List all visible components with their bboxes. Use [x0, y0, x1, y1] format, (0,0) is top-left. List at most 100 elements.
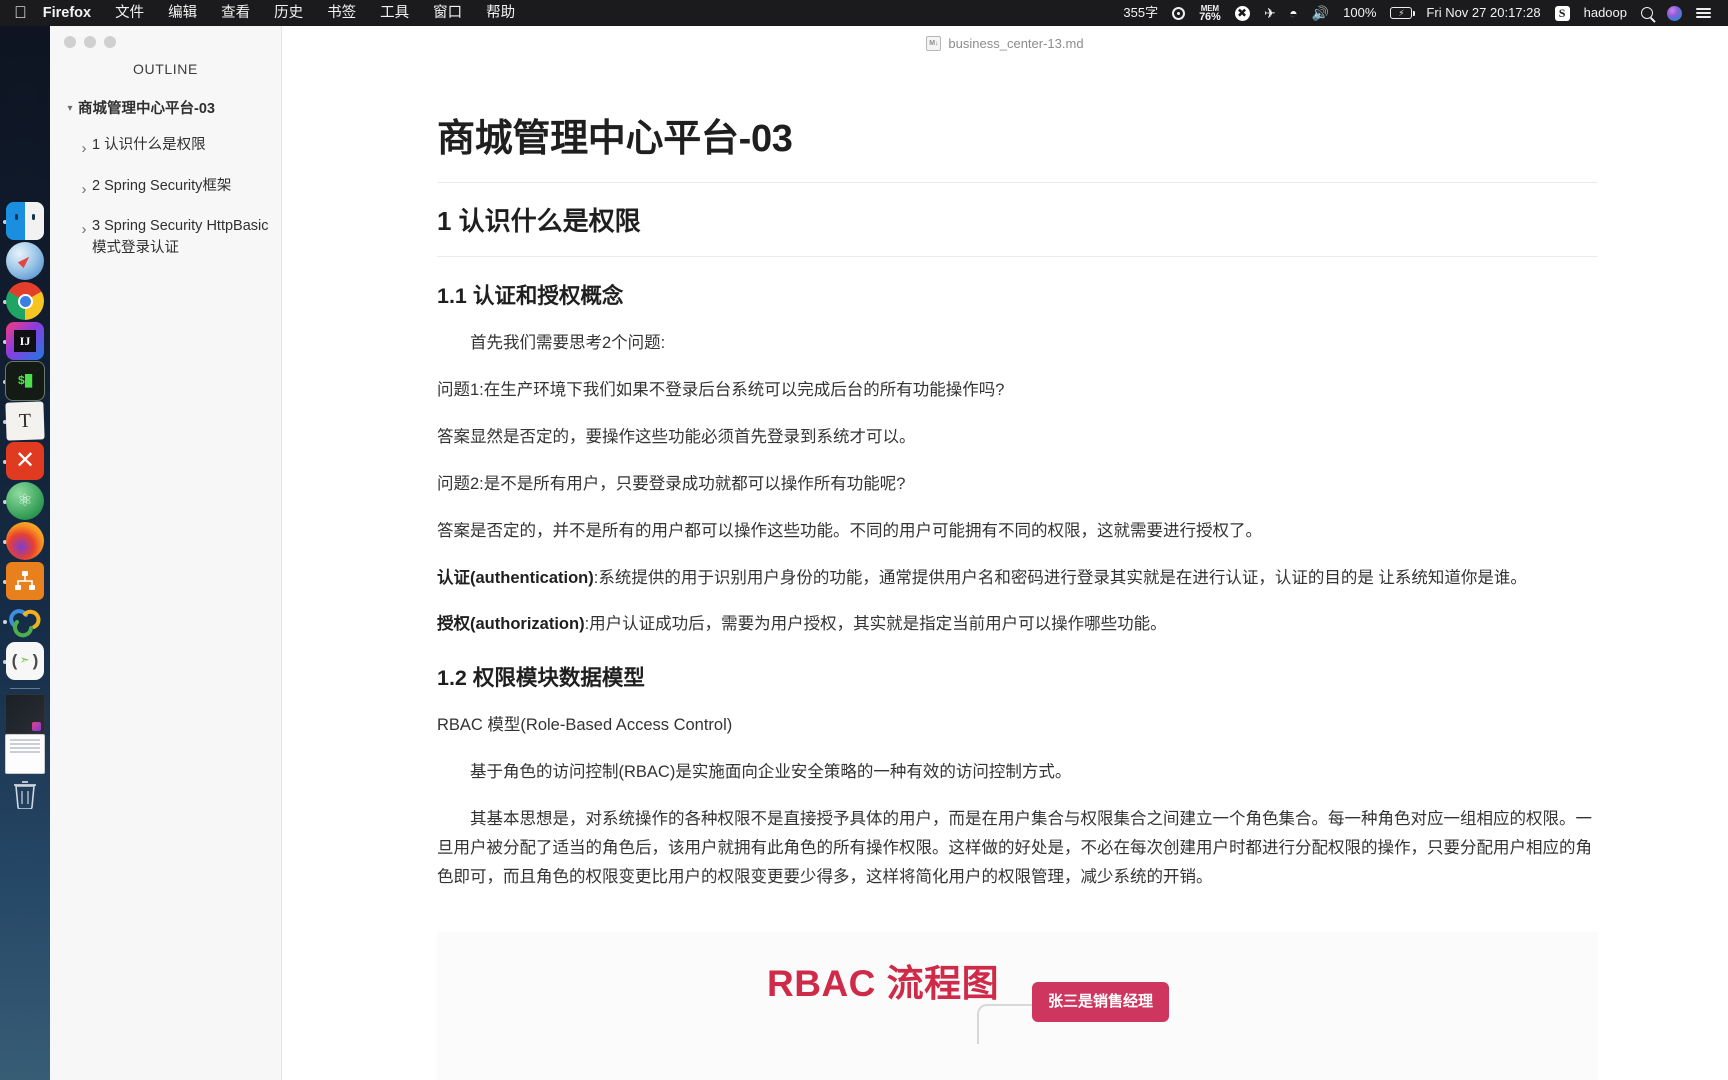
paper-plane-icon[interactable]: ✈ — [1257, 0, 1283, 26]
dock-item-firefox[interactable]: f — [0, 522, 50, 562]
paragraph-rbac-idea: 其基本思想是，对系统操作的各种权限不是直接授予具体的用户，而是在用户集合与权限集… — [437, 810, 1592, 886]
zoom-button[interactable] — [104, 36, 116, 48]
menu-bar-left:  Firefox 文件 编辑 查看 历史 书签 工具 窗口 帮助 — [14, 0, 527, 26]
dock-item-google-chrome[interactable] — [0, 282, 50, 322]
typora-icon: T — [5, 401, 45, 441]
outline-item-section-3[interactable]: 3 Spring Security HttpBasic模式登录认证 — [56, 208, 275, 267]
term-authorization-description: :用户认证成功后，需要为用户授权，其实就是指定当前用户可以操作哪些功能。 — [584, 615, 1167, 634]
document-content[interactable]: 商城管理中心平台-03 1 认识什么是权限 1.1 认证和授权概念 首先我们需要… — [282, 116, 1728, 1080]
document-heading-2-section-1: 1 认识什么是权限 — [437, 205, 641, 236]
outline-item-document-root[interactable]: 商城管理中心平台-03 — [56, 91, 275, 127]
current-user-label[interactable]: hadoop — [1577, 0, 1634, 26]
outline-tree: 商城管理中心平台-03 1 认识什么是权限 2 Spring Security框… — [50, 91, 281, 267]
dock-item-trash[interactable] — [0, 775, 50, 815]
outline-item-section-1[interactable]: 1 认识什么是权限 — [56, 127, 275, 167]
dock-item-intellij-idea[interactable]: IJ — [0, 322, 50, 362]
menu-item-bookmarks[interactable]: 书签 — [315, 0, 368, 26]
apple-logo-icon[interactable]:  — [14, 4, 27, 21]
wifi-icon[interactable]: ◓ — [1282, 0, 1304, 26]
macos-menu-bar:  Firefox 文件 编辑 查看 历史 书签 工具 窗口 帮助 355字 M… — [0, 0, 1728, 26]
close-button[interactable] — [64, 36, 76, 48]
menu-item-edit[interactable]: 编辑 — [156, 0, 209, 26]
chrome-icon — [6, 282, 44, 320]
paragraph-question-1: 问题1:在生产环境下我们如果不登录后台系统可以完成后台的所有功能操作吗? — [437, 381, 1005, 400]
dock-item-finder[interactable] — [0, 202, 50, 242]
siri-icon[interactable] — [1660, 5, 1689, 21]
dock-item-xmind[interactable]: ✕ — [0, 442, 50, 482]
navicat-icon — [6, 602, 44, 640]
dock-item-navicat[interactable] — [0, 602, 50, 642]
document-heading-1: 商城管理中心平台-03 — [437, 118, 793, 160]
safari-icon — [6, 242, 44, 280]
dock-item-terminal[interactable]: $█ — [0, 361, 50, 402]
menu-item-history[interactable]: 历史 — [262, 0, 315, 26]
dock-divider — [10, 688, 40, 689]
chevron-right-icon[interactable] — [76, 134, 92, 160]
editor-pane[interactable]: M↓ business_center-13.md 商城管理中心平台-03 1 认… — [282, 26, 1728, 1080]
dock-item-atom[interactable]: ⚛ — [0, 482, 50, 522]
document-thumbnail-icon — [5, 734, 45, 774]
markdown-file-icon: M↓ — [926, 35, 942, 51]
control-center-icon[interactable] — [1689, 7, 1718, 19]
menu-bar-status-area: 355字 MEM 76% ✖ ✈ ◓ 🔊 100% ⚡ Fri Nov 27 2… — [1116, 0, 1718, 26]
menu-item-file[interactable]: 文件 — [103, 0, 156, 26]
chevron-down-icon[interactable] — [62, 98, 78, 117]
memory-usage-indicator[interactable]: MEM 76% — [1192, 4, 1227, 23]
heading-rule — [437, 181, 1598, 183]
word-count-indicator[interactable]: 355字 — [1116, 0, 1165, 26]
dock-minimized-window-document[interactable] — [0, 734, 50, 775]
document-heading-3-section-1-1: 1.1 认证和授权概念 — [437, 284, 624, 309]
xmind-icon: ✕ — [6, 442, 44, 480]
outline-item-label: 2 Spring Security框架 — [92, 177, 232, 194]
menu-item-view[interactable]: 查看 — [209, 0, 262, 26]
outline-sidebar: OUTLINE 商城管理中心平台-03 1 认识什么是权限 2 Spring S… — [50, 26, 282, 1080]
diagram-title: RBAC 流程图 — [767, 962, 1000, 1004]
circle-dot-icon[interactable] — [1165, 6, 1192, 20]
rbac-flow-diagram-image: RBAC 流程图 张三是销售经理 — [437, 931, 1598, 1080]
document-title-bar: M↓ business_center-13.md — [282, 26, 1728, 56]
menu-bar-clock[interactable]: Fri Nov 27 20:17:28 — [1419, 0, 1547, 26]
outline-item-label: 1 认识什么是权限 — [92, 137, 206, 154]
terminal-icon: $█ — [5, 361, 45, 401]
typora-window: OUTLINE 商城管理中心平台-03 1 认识什么是权限 2 Spring S… — [50, 26, 1728, 1080]
atom-icon: ⚛ — [6, 482, 44, 520]
chevron-right-icon[interactable] — [76, 175, 92, 201]
menu-item-app-name[interactable]: Firefox — [43, 0, 103, 26]
speaker-icon[interactable]: 🔊 — [1305, 0, 1336, 26]
term-authentication-description: :系统提供的用于识别用户身份的功能，通常提供用户名和密码进行登录其实就是在进行认… — [593, 568, 1527, 587]
paragraph-rbac-model: RBAC 模型(Role-Based Access Control) — [437, 716, 733, 735]
paragraph-question-2: 问题2:是不是所有用户，只要登录成功就都可以操作所有功能呢? — [437, 474, 906, 493]
outline-item-section-2[interactable]: 2 Spring Security框架 — [56, 168, 275, 208]
xmind-circle-icon[interactable]: ✖ — [1228, 5, 1257, 21]
paragraph-authentication: 认证(authentication):系统提供的用于识别用户身份的功能，通常提供… — [437, 564, 1598, 593]
paragraph-answer-1: 答案显然是否定的，要操作这些功能必须首先登录到系统才可以。 — [437, 427, 916, 446]
battery-charging-icon[interactable]: ⚡ — [1383, 7, 1419, 19]
minimize-button[interactable] — [84, 36, 96, 48]
dock-item-code-editor[interactable]: (➣) — [0, 642, 50, 682]
term-authentication: 认证(authentication) — [437, 568, 594, 587]
memory-value: 76% — [1199, 11, 1221, 23]
menu-item-help[interactable]: 帮助 — [474, 0, 527, 26]
sogou-input-icon[interactable]: S — [1548, 5, 1577, 21]
sitemap-icon — [6, 562, 44, 600]
dock-item-sitemap-app[interactable] — [0, 562, 50, 602]
document-filename: business_center-13.md — [948, 35, 1084, 51]
chevron-right-icon[interactable] — [76, 215, 92, 241]
window-thumbnail-icon — [5, 694, 45, 734]
spotlight-search-icon[interactable] — [1634, 7, 1660, 19]
outline-item-label: 3 Spring Security HttpBasic模式登录认证 — [92, 217, 269, 257]
macos-dock: IJ $█ T ✕ ⚛ f — [0, 26, 50, 1080]
term-authorization: 授权(authorization) — [437, 615, 585, 634]
menu-item-window[interactable]: 窗口 — [421, 0, 474, 26]
firefox-icon: f — [6, 522, 44, 560]
dock-item-typora[interactable]: T — [0, 401, 50, 442]
finder-icon — [6, 202, 44, 240]
battery-percent-label[interactable]: 100% — [1336, 0, 1383, 26]
screen:  Firefox 文件 编辑 查看 历史 书签 工具 窗口 帮助 355字 M… — [0, 0, 1728, 1080]
code-brackets-icon: (➣) — [6, 642, 44, 680]
dock-item-safari[interactable] — [0, 242, 50, 282]
document-heading-3-section-1-2: 1.2 权限模块数据模型 — [437, 666, 645, 691]
diagram-connector-line — [977, 1003, 1033, 1044]
menu-item-tools[interactable]: 工具 — [368, 0, 421, 26]
dock-minimized-window-terminal[interactable] — [0, 694, 50, 735]
